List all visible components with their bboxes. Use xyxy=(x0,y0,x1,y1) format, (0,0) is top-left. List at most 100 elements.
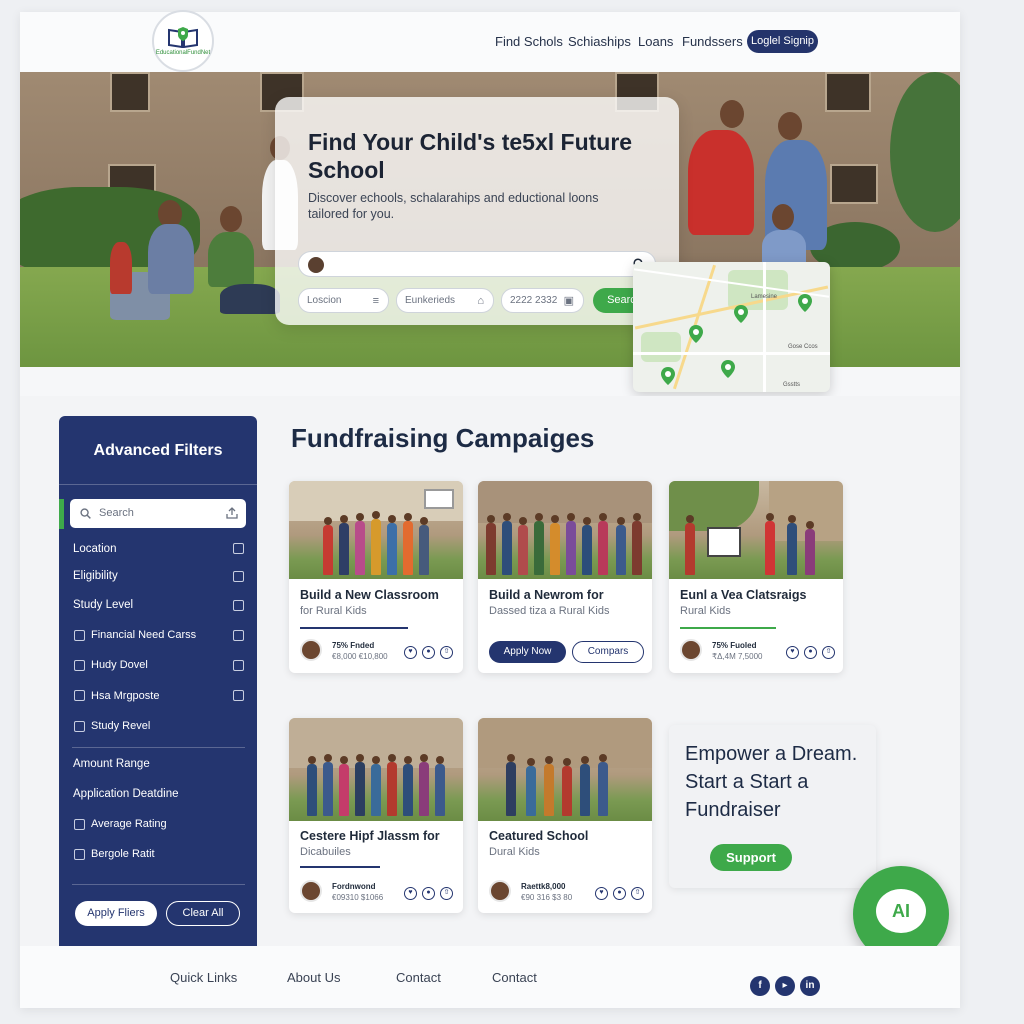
filter-financial-need-checkbox[interactable] xyxy=(74,630,85,641)
youtube-icon[interactable]: ▸ xyxy=(775,976,795,996)
footer-about-us[interactable]: About Us xyxy=(287,970,340,985)
filter-location-checkbox[interactable] xyxy=(233,543,244,554)
filter-eligibility-checkbox[interactable] xyxy=(233,571,244,582)
filter-hsa-mrgposte[interactable]: Hsa Mrgposte xyxy=(91,690,159,702)
filter-study-revel[interactable]: Study Revel xyxy=(91,720,150,732)
like-icon[interactable]: ♥ xyxy=(595,887,608,900)
nav-scholarships[interactable]: Schiaships xyxy=(568,30,631,54)
campaign-photo xyxy=(478,481,652,579)
filter-financial-need[interactable]: Financial Need Carss xyxy=(91,629,196,641)
filter-eligibility[interactable]: Eligibility xyxy=(73,570,118,582)
date-field[interactable]: 2222 2332 ▣ xyxy=(501,288,584,313)
clear-all-button[interactable]: Clear All xyxy=(166,901,240,926)
campaign-subtitle: Dassed tiza a Rural Kids xyxy=(489,605,610,617)
calendar-icon: ▣ xyxy=(563,295,574,307)
campaign-card[interactable]: Build a Newrom for Dassed tiza a Rural K… xyxy=(478,481,652,673)
like-icon[interactable]: ♥ xyxy=(404,646,417,659)
share-icon[interactable]: ⇧ xyxy=(822,646,835,659)
funded-percent: Fordnwond xyxy=(332,882,376,891)
school-map[interactable]: Lamesine Gose Ccos Gsstts xyxy=(633,262,830,392)
linkedin-icon[interactable]: in xyxy=(800,976,820,996)
user-icon[interactable]: ● xyxy=(804,646,817,659)
hero-search-input[interactable] xyxy=(298,251,656,277)
chat-bubble-icon[interactable]: AI xyxy=(876,889,926,933)
nav-find-schools[interactable]: Find Schols xyxy=(495,30,563,54)
funded-amount: €90 316 $3 80 xyxy=(521,893,573,902)
map-label: Gose Ccos xyxy=(788,344,818,350)
filter-study-level[interactable]: Study Level xyxy=(73,599,133,611)
school-type-placeholder: Eunkerieds xyxy=(405,295,456,306)
campaign-subtitle: Dural Kids xyxy=(489,846,540,858)
apply-now-button[interactable]: Apply Now xyxy=(489,641,566,663)
list-icon: ≡ xyxy=(372,295,379,307)
filter-check-right[interactable] xyxy=(233,660,244,671)
campaign-title: Ceatured School xyxy=(489,829,589,843)
school-icon: ⌂ xyxy=(477,295,484,307)
avatar xyxy=(300,880,322,902)
nav-loans[interactable]: Loans xyxy=(638,30,673,54)
share-icon[interactable]: ⇧ xyxy=(631,887,644,900)
campaign-photo xyxy=(669,481,843,579)
filter-search-placeholder: Search xyxy=(99,507,134,519)
filter-hudy-dovel[interactable]: Hudy Dovel xyxy=(91,659,148,671)
site-logo[interactable]: EducationalFundNet xyxy=(152,10,214,72)
filter-average-rating-checkbox[interactable] xyxy=(74,819,85,830)
progress-bar xyxy=(300,627,408,629)
map-pin-icon[interactable] xyxy=(721,360,735,378)
campaign-card[interactable]: Build a New Classroom for Rural Kids 75%… xyxy=(289,481,463,673)
campaign-card[interactable]: Ceatured School Dural Kids Raettk8,000 €… xyxy=(478,718,652,913)
footer-quick-links[interactable]: Quick Links xyxy=(170,970,237,985)
filter-financial-need-checkbox-right[interactable] xyxy=(233,630,244,641)
location-field[interactable]: Loscion ≡ xyxy=(298,288,389,313)
search-icon xyxy=(80,508,91,519)
like-icon[interactable]: ♥ xyxy=(404,887,417,900)
filter-average-rating[interactable]: Average Rating xyxy=(91,818,167,830)
map-pin-icon[interactable] xyxy=(689,325,703,343)
like-icon[interactable]: ♥ xyxy=(786,646,799,659)
school-type-field[interactable]: Eunkerieds ⌂ xyxy=(396,288,494,313)
map-pin-icon[interactable] xyxy=(798,294,812,312)
map-pin-icon[interactable] xyxy=(734,305,748,323)
nav-fundraisers[interactable]: Fundssers xyxy=(682,30,743,54)
apply-filters-button[interactable]: Apply Fliers xyxy=(75,901,157,926)
filter-check-right[interactable] xyxy=(233,690,244,701)
upload-icon[interactable] xyxy=(226,507,238,519)
filter-search-input[interactable]: Search xyxy=(70,499,246,528)
filter-application-deadline[interactable]: Application Deatdine xyxy=(73,788,179,800)
facebook-icon[interactable]: f xyxy=(750,976,770,996)
funded-amount: €09310 $1066 xyxy=(332,893,384,902)
user-icon[interactable]: ● xyxy=(422,646,435,659)
footer-contact-2[interactable]: Contact xyxy=(492,970,537,985)
avatar xyxy=(489,880,511,902)
share-icon[interactable]: ⇧ xyxy=(440,887,453,900)
filter-location[interactable]: Location xyxy=(73,543,116,555)
filters-title: Advanced Filters xyxy=(93,442,223,459)
filter-amount-range[interactable]: Amount Range xyxy=(73,758,150,770)
login-signup-button[interactable]: Loglel Signip xyxy=(747,30,818,53)
filter-check[interactable] xyxy=(74,690,85,701)
map-pin-icon[interactable] xyxy=(661,367,675,385)
filter-bergole-ratit[interactable]: Bergole Ratit xyxy=(91,848,155,860)
support-button[interactable]: Support xyxy=(710,844,792,871)
filter-study-level-checkbox[interactable] xyxy=(233,600,244,611)
filter-check[interactable] xyxy=(74,660,85,671)
filter-check[interactable] xyxy=(74,849,85,860)
campaign-photo xyxy=(289,718,463,821)
user-icon[interactable]: ● xyxy=(613,887,626,900)
campaign-subtitle: for Rural Kids xyxy=(300,605,367,617)
filter-check[interactable] xyxy=(74,721,85,732)
campaign-title: Eunl a Vea Clatsraigs xyxy=(680,588,807,602)
campaign-photo xyxy=(289,481,463,579)
footer-contact[interactable]: Contact xyxy=(396,970,441,985)
location-field-placeholder: Loscion xyxy=(307,295,342,306)
user-icon[interactable]: ● xyxy=(422,887,435,900)
share-icon[interactable]: ⇧ xyxy=(440,646,453,659)
campaign-subtitle: Rural Kids xyxy=(680,605,731,617)
user-avatar xyxy=(308,257,324,273)
compare-button[interactable]: Compars xyxy=(572,641,644,663)
campaign-card[interactable]: Cestere Hipf Jlassm for Dicabuiles Fordn… xyxy=(289,718,463,913)
advanced-filters-panel xyxy=(59,416,257,946)
campaign-title: Build a New Classroom xyxy=(300,588,439,602)
progress-bar xyxy=(680,627,776,629)
campaign-card[interactable]: Eunl a Vea Clatsraigs Rural Kids 75% Fuo… xyxy=(669,481,843,673)
